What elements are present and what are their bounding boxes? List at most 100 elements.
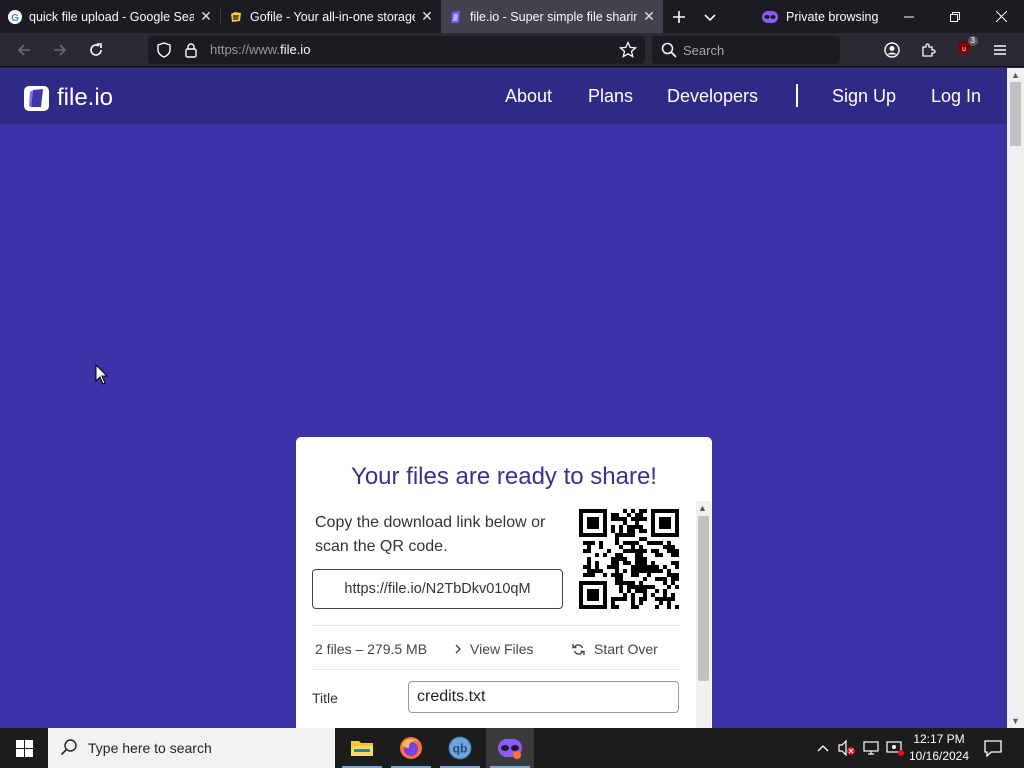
bookmark-star-icon[interactable] bbox=[618, 40, 638, 64]
title-input[interactable]: credits.txt bbox=[408, 681, 679, 713]
tab-gofile[interactable]: Gofile - Your all-in-one storage solutio… bbox=[221, 0, 441, 33]
qr-module bbox=[651, 541, 655, 545]
tracking-protection-shield-icon[interactable] bbox=[156, 42, 172, 63]
qr-module bbox=[651, 529, 655, 533]
qr-module bbox=[663, 517, 667, 521]
qr-module bbox=[615, 537, 619, 541]
qr-module bbox=[635, 585, 639, 589]
qr-module bbox=[671, 509, 675, 513]
qbittorrent-button[interactable]: qb bbox=[436, 728, 484, 768]
ublock-extension-button[interactable]: u 3 bbox=[949, 35, 979, 64]
action-center-button[interactable] bbox=[978, 728, 1008, 768]
qr-module bbox=[643, 589, 647, 593]
file-explorer-button[interactable] bbox=[338, 728, 386, 768]
nav-link-plans[interactable]: Plans bbox=[588, 86, 633, 107]
qr-module bbox=[655, 577, 659, 581]
qr-module bbox=[595, 517, 599, 521]
qr-module bbox=[607, 549, 611, 553]
qr-module bbox=[635, 513, 639, 517]
list-all-tabs-button[interactable] bbox=[695, 0, 725, 33]
qr-module bbox=[631, 585, 635, 589]
qr-module bbox=[591, 569, 595, 573]
page-scrollbar-thumb[interactable] bbox=[1010, 82, 1021, 146]
qr-module bbox=[583, 533, 587, 537]
back-button[interactable] bbox=[9, 36, 39, 64]
close-tab-icon[interactable]: ✕ bbox=[641, 8, 657, 25]
scroll-down-arrow-icon[interactable]: ▼ bbox=[1011, 716, 1020, 726]
site-logo[interactable]: file.io bbox=[24, 84, 113, 112]
qr-module bbox=[587, 561, 591, 565]
nav-link-developers[interactable]: Developers bbox=[667, 86, 758, 107]
address-bar[interactable]: https://www.file.io bbox=[148, 36, 645, 64]
card-scrollbar-thumb[interactable] bbox=[698, 516, 709, 681]
qr-module bbox=[603, 513, 607, 517]
qr-module bbox=[675, 577, 679, 581]
reload-button[interactable] bbox=[81, 36, 111, 64]
qr-module bbox=[579, 525, 583, 529]
qr-module bbox=[611, 565, 615, 569]
qr-module bbox=[659, 597, 663, 601]
card-scrollbar[interactable]: ▲ bbox=[696, 501, 711, 728]
restore-button[interactable] bbox=[932, 0, 978, 33]
taskbar-search-box[interactable]: Type here to search bbox=[48, 728, 335, 768]
start-button[interactable] bbox=[0, 728, 48, 768]
close-window-button[interactable] bbox=[978, 0, 1024, 33]
download-link-field[interactable]: https://file.io/N2TbDkv010qM bbox=[312, 569, 563, 609]
url-text[interactable]: https://www.file.io bbox=[210, 42, 310, 57]
nav-link-about[interactable]: About bbox=[505, 86, 552, 107]
tab-fileio[interactable]: file.io - Super simple file sharing ✕ bbox=[441, 0, 663, 33]
view-files-button[interactable]: View Files bbox=[454, 641, 534, 657]
qr-module bbox=[675, 529, 679, 533]
notification-area-icon-button[interactable] bbox=[884, 728, 906, 768]
qr-module bbox=[599, 605, 603, 609]
new-tab-button[interactable] bbox=[663, 0, 695, 33]
qr-module bbox=[671, 553, 675, 557]
qr-module bbox=[595, 569, 599, 573]
qr-module bbox=[643, 565, 647, 569]
taskbar-clock[interactable]: 12:17 PM 10/16/2024 bbox=[905, 731, 973, 765]
nav-link-log-in[interactable]: Log In bbox=[931, 86, 981, 107]
firefox-private-button[interactable] bbox=[486, 728, 534, 768]
tab-google-search[interactable]: G quick file upload - Google Search ✕ bbox=[0, 0, 220, 33]
qr-module bbox=[639, 561, 643, 565]
start-over-button[interactable]: Start Over bbox=[572, 641, 658, 657]
show-hidden-icons-button[interactable] bbox=[814, 728, 832, 768]
extensions-button[interactable] bbox=[913, 36, 943, 64]
qr-module bbox=[667, 601, 671, 605]
scroll-up-arrow-icon[interactable]: ▲ bbox=[698, 503, 707, 513]
account-button[interactable] bbox=[877, 36, 907, 64]
qr-module bbox=[639, 525, 643, 529]
url-prefix: https://www. bbox=[210, 42, 281, 57]
network-button[interactable] bbox=[860, 728, 882, 768]
qr-module bbox=[623, 561, 627, 565]
nav-link-sign-up[interactable]: Sign Up bbox=[832, 86, 896, 107]
qr-module bbox=[667, 573, 671, 577]
qr-module bbox=[659, 569, 663, 573]
app-menu-button[interactable] bbox=[985, 36, 1015, 64]
scroll-up-arrow-icon[interactable]: ▲ bbox=[1011, 70, 1020, 80]
qr-module bbox=[631, 529, 635, 533]
page-scrollbar[interactable]: ▲ ▼ bbox=[1007, 68, 1024, 728]
qr-module bbox=[603, 597, 607, 601]
qr-module bbox=[619, 545, 623, 549]
qr-module bbox=[631, 509, 635, 513]
minimize-button[interactable] bbox=[886, 0, 932, 33]
qr-module bbox=[667, 521, 671, 525]
qr-module bbox=[643, 597, 647, 601]
taskbar-search-placeholder: Type here to search bbox=[88, 740, 212, 756]
firefox-button[interactable] bbox=[387, 728, 435, 768]
qr-module bbox=[615, 517, 619, 521]
qr-module bbox=[627, 541, 631, 545]
google-icon: G bbox=[8, 9, 22, 24]
qr-module bbox=[583, 509, 587, 513]
qr-module bbox=[675, 565, 679, 569]
qr-module bbox=[579, 521, 583, 525]
qr-module bbox=[603, 589, 607, 593]
lock-icon[interactable] bbox=[184, 42, 198, 63]
close-tab-icon[interactable]: ✕ bbox=[419, 8, 435, 25]
volume-button[interactable] bbox=[836, 728, 858, 768]
forward-button[interactable] bbox=[45, 36, 75, 64]
chevron-right-icon bbox=[455, 644, 461, 654]
close-tab-icon[interactable]: ✕ bbox=[198, 8, 214, 25]
search-bar[interactable]: Search bbox=[652, 36, 840, 64]
